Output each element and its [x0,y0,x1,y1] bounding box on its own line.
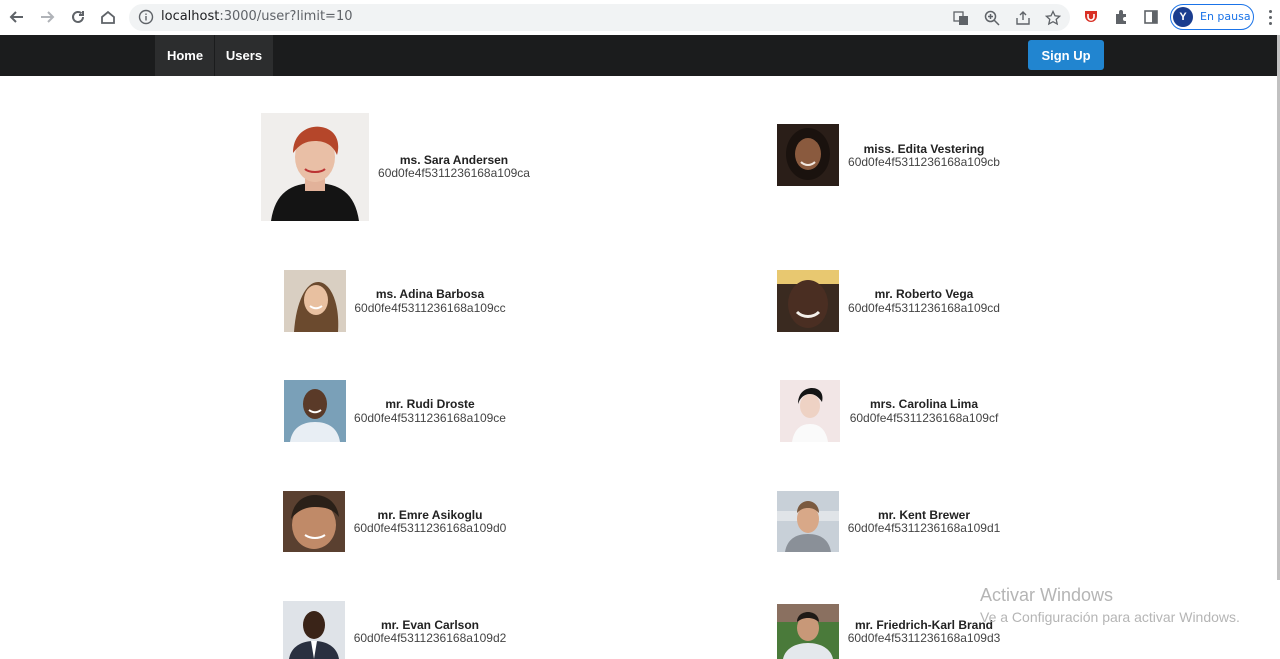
nav-users[interactable]: Users [215,35,273,76]
extension-shield-icon[interactable] [1082,8,1100,26]
user-id: 60d0fe4f5311236168a109cd [848,301,1000,315]
user-id: 60d0fe4f5311236168a109ca [378,166,530,180]
user-id: 60d0fe4f5311236168a109d3 [847,631,1001,645]
address-bar[interactable]: localhost:3000/user?limit=10 [129,4,1070,31]
share-icon[interactable] [1014,9,1032,27]
url-path: :3000/user?limit=10 [219,9,353,24]
activation-watermark-title: Activar Windows [980,585,1114,605]
profile-status: En pausa [1200,10,1251,23]
forward-arrow-icon[interactable] [35,5,59,29]
user-photo [777,491,839,552]
back-arrow-icon[interactable] [5,5,29,29]
user-id: 60d0fe4f5311236168a109d1 [847,521,1001,535]
user-photo [284,380,346,442]
url-text: localhost:3000/user?limit=10 [161,9,353,24]
browser-toolbar: localhost:3000/user?limit=10 Y En pausa [0,0,1280,36]
user-photo [777,124,839,186]
bookmark-star-icon[interactable] [1044,9,1062,27]
user-photo [261,113,369,221]
user-id: 60d0fe4f5311236168a109ce [354,411,506,425]
extensions-puzzle-icon[interactable] [1112,8,1130,26]
user-id: 60d0fe4f5311236168a109cf [849,411,999,425]
user-id: 60d0fe4f5311236168a109d0 [353,521,507,535]
user-name: mr. Roberto Vega [874,287,974,301]
browser-menu-icon[interactable] [1264,8,1276,26]
activation-watermark-subtitle: Ve a Configuración para activar Windows. [980,609,1240,625]
info-icon[interactable] [138,9,154,25]
user-name: mrs. Carolina Lima [869,397,979,411]
user-name: mr. Kent Brewer [877,508,971,522]
user-name: miss. Edita Vestering [863,142,985,156]
zoom-icon[interactable] [983,9,1001,27]
user-name: mr. Rudi Droste [385,397,475,411]
url-host: localhost [161,9,220,24]
user-photo [777,270,839,332]
user-id: 60d0fe4f5311236168a109cc [354,301,506,315]
sign-up-button[interactable]: Sign Up [1028,40,1104,70]
side-panel-icon[interactable] [1142,8,1160,26]
profile-avatar: Y [1173,7,1193,27]
profile-button[interactable]: Y En pausa [1170,4,1254,30]
user-id: 60d0fe4f5311236168a109d2 [353,631,507,645]
user-name: ms. Adina Barbosa [375,287,485,301]
app-navbar: Home Users Sign Up [0,35,1277,76]
user-name: ms. Sara Andersen [399,153,509,167]
user-photo [283,491,345,552]
user-photo [777,604,839,659]
user-photo [284,270,346,332]
translate-icon[interactable] [952,9,970,27]
nav-home[interactable]: Home [155,35,215,76]
reload-icon[interactable] [66,5,90,29]
user-photo [283,601,345,659]
user-name: mr. Emre Asikoglu [377,508,483,522]
user-id: 60d0fe4f5311236168a109cb [848,155,1000,169]
user-photo [780,380,840,442]
nav-divider [214,35,215,76]
home-icon[interactable] [96,5,120,29]
user-name: mr. Evan Carlson [380,618,480,632]
